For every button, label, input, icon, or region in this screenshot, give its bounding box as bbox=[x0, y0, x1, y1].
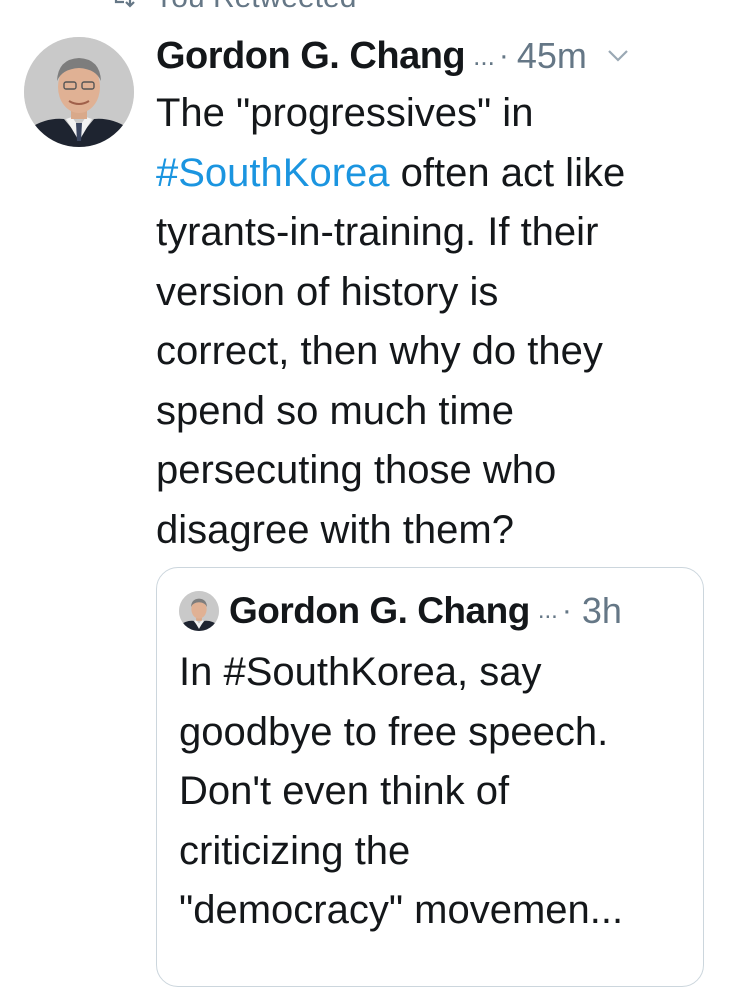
avatar[interactable] bbox=[24, 37, 134, 147]
quoted-timestamp: 3h bbox=[581, 590, 622, 631]
tweet-text-line: #SouthKorea often act like bbox=[156, 144, 716, 204]
author-handle-truncated: ... bbox=[473, 40, 495, 71]
tweet-text: The "progressives" in #SouthKorea often … bbox=[156, 84, 716, 560]
quoted-text-line: "democracy" movemen... bbox=[179, 888, 624, 932]
quoted-text-line: goodbye to free speech. bbox=[179, 709, 609, 754]
quoted-tweet-card[interactable]: Gordon G. Chang ... · 3h In #SouthKorea,… bbox=[156, 567, 704, 987]
tweet-header: Gordon G. Chang ... · 45m bbox=[156, 30, 716, 82]
quoted-text-line: Don't even think of bbox=[179, 769, 510, 813]
chevron-down-icon[interactable] bbox=[607, 49, 629, 63]
hashtag-link[interactable]: #SouthKorea bbox=[156, 151, 390, 195]
timestamp[interactable]: 45m bbox=[517, 35, 587, 77]
tweet-text-line: tyrants-in-training. If their bbox=[156, 210, 599, 254]
tweet-text-line: disagree with them? bbox=[156, 507, 514, 552]
quoted-text-line: criticizing the bbox=[179, 828, 411, 873]
tweet-text-line: The "progressives" in bbox=[156, 91, 534, 135]
retweet-label: You Retweeted bbox=[154, 0, 356, 15]
tweet-text-line: spend so much time bbox=[156, 388, 514, 433]
author-name[interactable]: Gordon G. Chang bbox=[156, 35, 466, 78]
tweet-text-segment: often act like bbox=[389, 150, 626, 195]
quoted-avatar bbox=[179, 591, 219, 631]
quoted-tweet-header: Gordon G. Chang ... · 3h bbox=[179, 588, 622, 634]
quoted-separator-dot: · bbox=[561, 594, 572, 627]
tweet-text-line: version of history is bbox=[156, 269, 499, 314]
tweet-text-line: persecuting those who bbox=[156, 448, 557, 492]
separator-dot: · bbox=[498, 39, 509, 72]
quoted-text-line: In #SouthKorea, say bbox=[179, 650, 542, 694]
quoted-author-name: Gordon G. Chang bbox=[229, 590, 530, 631]
tweet-text-line: correct, then why do they bbox=[156, 329, 603, 373]
retweet-banner: You Retweeted bbox=[110, 0, 356, 18]
retweet-icon bbox=[114, 0, 135, 8]
quoted-author-handle-truncated: ... bbox=[537, 597, 558, 624]
quoted-tweet-text: In #SouthKorea, say goodbye to free spee… bbox=[179, 643, 699, 941]
